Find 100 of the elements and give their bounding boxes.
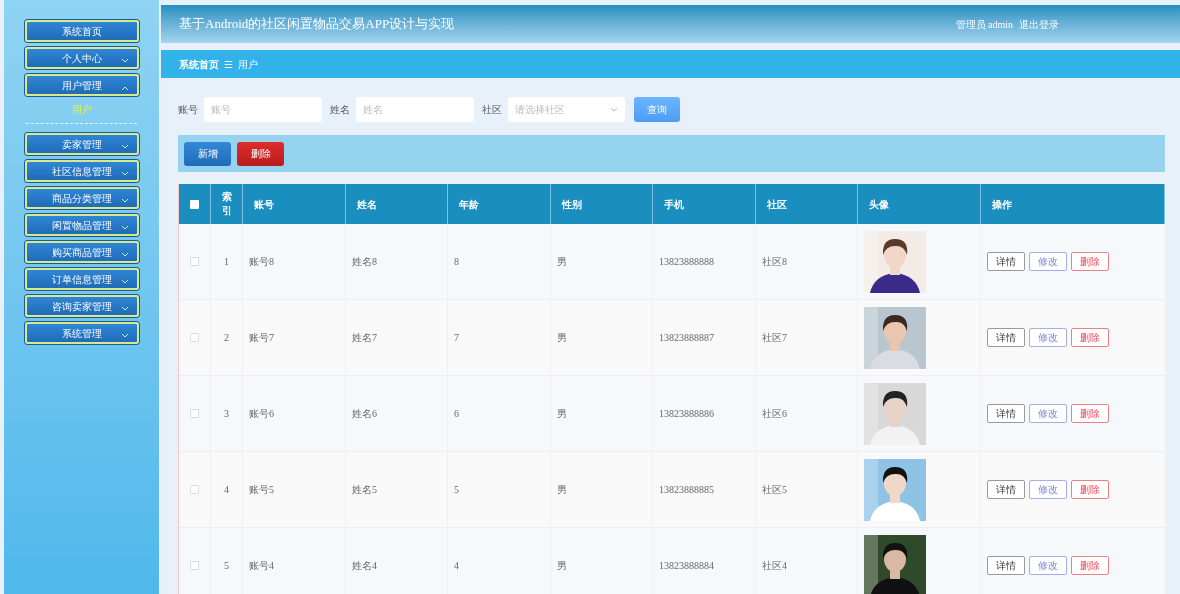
sidebar-menu-item[interactable]: 用户管理 <box>24 74 139 96</box>
breadcrumb-current: 用户 <box>238 57 258 72</box>
breadcrumb-separator: ☰ <box>224 57 233 72</box>
table-cell-text: 姓名8 <box>352 255 377 269</box>
table-cell-text: 7 <box>454 331 459 345</box>
chevron-up-icon <box>120 85 129 91</box>
sidebar-menu-item[interactable]: 闲置物品管理 <box>24 214 139 236</box>
column-header: 年龄 <box>459 197 479 212</box>
sidebar-menu-item[interactable]: 社区信息管理 <box>24 160 139 182</box>
table-cell-text: 6 <box>454 407 459 421</box>
details-button[interactable]: 详情 <box>987 480 1025 499</box>
chevron-down-icon <box>120 252 129 258</box>
sidebar-menu-item[interactable]: 商品分类管理 <box>24 187 139 209</box>
table-cell-text: 4 <box>224 483 229 497</box>
chevron-down-icon <box>120 333 129 339</box>
table-cell-text: 4 <box>454 559 459 573</box>
table-cell-text: 2 <box>224 331 229 345</box>
table-cell-text: 13823888888 <box>659 255 714 269</box>
table-cell-text: 账号5 <box>249 483 274 497</box>
field-label: 姓名 <box>330 103 350 117</box>
column-header: 性别 <box>562 197 582 212</box>
search-button[interactable]: 查询 <box>634 97 680 122</box>
delete-button[interactable]: 删除 <box>1071 328 1109 347</box>
sidebar-menu-item[interactable]: 卖家管理 <box>24 133 139 155</box>
details-button[interactable]: 详情 <box>987 252 1025 271</box>
table-cell-text: 男 <box>557 331 567 345</box>
app-title: 基于Android的社区闲置物品交易APP设计与实现 <box>179 15 455 34</box>
table-cell-text: 8 <box>454 255 459 269</box>
chevron-down-icon <box>120 198 129 204</box>
table-cell-text: 男 <box>557 559 567 573</box>
chevron-down-icon <box>120 144 129 150</box>
search-field[interactable]: 姓名 <box>356 97 474 122</box>
user-label: 管理员 admin <box>955 17 1013 32</box>
row-checkbox[interactable] <box>190 485 199 494</box>
edit-button[interactable]: 修改 <box>1029 328 1067 347</box>
sidebar-menu-item[interactable]: 购买商品管理 <box>24 241 139 263</box>
delete-button[interactable]: 删除 <box>1071 480 1109 499</box>
table-cell-text: 男 <box>557 483 567 497</box>
table-cell-text: 男 <box>557 407 567 421</box>
breadcrumb-link[interactable]: 系统首页 <box>179 56 219 72</box>
delete-button[interactable]: 删除 <box>1071 252 1109 271</box>
table-cell-text: 男 <box>557 255 567 269</box>
chevron-down-icon <box>120 306 129 312</box>
table-cell-text: 社区8 <box>762 255 787 269</box>
table-cell-text: 姓名6 <box>352 407 377 421</box>
row-checkbox[interactable] <box>190 561 199 570</box>
chevron-down-icon <box>120 279 129 285</box>
delete-button[interactable]: 删除 <box>237 141 284 166</box>
chevron-down-icon <box>120 58 129 64</box>
table-cell-text: 姓名7 <box>352 331 377 345</box>
delete-button[interactable]: 删除 <box>1071 404 1109 423</box>
sidebar-menu-item[interactable]: 个人中心 <box>24 47 139 69</box>
table-cell-text: 社区4 <box>762 559 787 573</box>
column-header: 头像 <box>869 197 889 212</box>
logout-link[interactable]: 退出登录 <box>1019 16 1059 32</box>
column-header: 账号 <box>254 197 274 212</box>
edit-button[interactable]: 修改 <box>1029 404 1067 423</box>
chevron-down-icon <box>120 225 129 231</box>
delete-button[interactable]: 删除 <box>1071 556 1109 575</box>
column-header: 姓名 <box>357 197 377 212</box>
table-cell-text: 13823888884 <box>659 559 714 573</box>
row-checkbox[interactable] <box>190 257 199 266</box>
row-checkbox[interactable] <box>190 333 199 342</box>
edit-button[interactable]: 修改 <box>1029 252 1067 271</box>
column-header: 手机 <box>664 197 684 212</box>
field-label: 社区 <box>482 103 502 117</box>
column-header: 索引 <box>220 190 233 218</box>
table-cell-text: 1 <box>224 255 229 269</box>
table-cell-text: 社区6 <box>762 407 787 421</box>
details-button[interactable]: 详情 <box>987 404 1025 423</box>
table-cell-text: 5 <box>224 559 229 573</box>
column-header: 操作 <box>992 197 1012 212</box>
field-label: 账号 <box>178 103 198 117</box>
table-cell-text: 账号8 <box>249 255 274 269</box>
add-button[interactable]: 新增 <box>184 141 231 166</box>
chevron-down-icon <box>120 171 129 177</box>
sidebar-menu-item[interactable]: 咨询卖家管理 <box>24 295 139 317</box>
table-cell-text: 社区7 <box>762 331 787 345</box>
table-cell-text: 账号7 <box>249 331 274 345</box>
chevron-down-icon <box>610 107 618 112</box>
sidebar-menu-item[interactable]: 订单信息管理 <box>24 268 139 290</box>
select-all-checkbox[interactable] <box>190 199 199 209</box>
table-cell-text: 账号6 <box>249 407 274 421</box>
table-cell-text: 13823888886 <box>659 407 714 421</box>
column-header: 社区 <box>767 197 787 212</box>
table-cell-text: 账号4 <box>249 559 274 573</box>
table-cell-text: 姓名5 <box>352 483 377 497</box>
sidebar-menu-item[interactable]: 系统首页 <box>24 20 139 42</box>
table-cell-text: 13823888887 <box>659 331 714 345</box>
table-cell-text: 3 <box>224 407 229 421</box>
details-button[interactable]: 详情 <box>987 556 1025 575</box>
sidebar-menu-item[interactable]: 系统管理 <box>24 322 139 344</box>
table-cell-text: 5 <box>454 483 459 497</box>
details-button[interactable]: 详情 <box>987 328 1025 347</box>
edit-button[interactable]: 修改 <box>1029 556 1067 575</box>
table-cell-text: 13823888885 <box>659 483 714 497</box>
row-checkbox[interactable] <box>190 409 199 418</box>
search-field[interactable]: 账号 <box>204 97 322 122</box>
table-cell-text: 社区5 <box>762 483 787 497</box>
edit-button[interactable]: 修改 <box>1029 480 1067 499</box>
